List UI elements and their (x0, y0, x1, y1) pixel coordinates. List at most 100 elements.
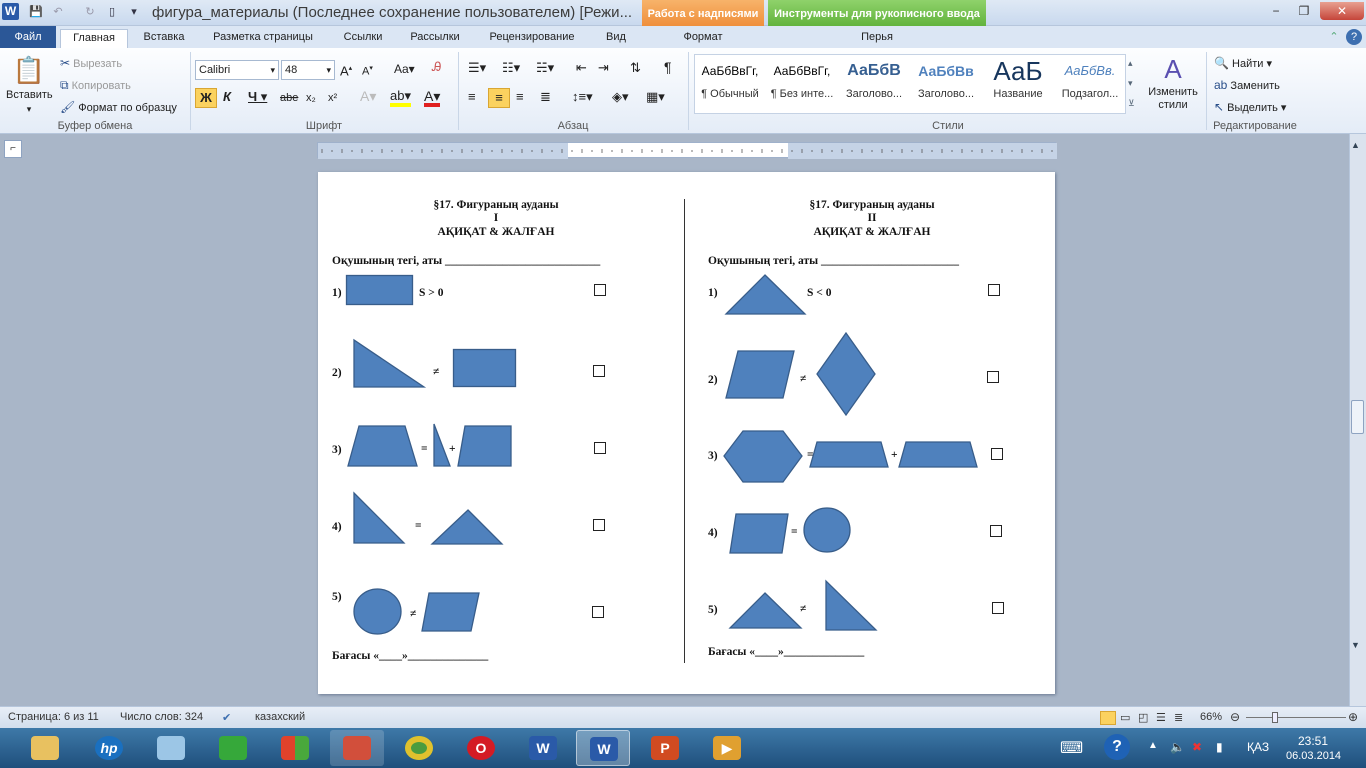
style-no-spacing[interactable]: АаБбВвГг, ¶ Без инте... (766, 54, 838, 112)
checkbox[interactable] (594, 442, 606, 454)
chrome-app[interactable] (392, 730, 446, 766)
trapezoid-shape[interactable] (809, 441, 889, 468)
keyboard-icon[interactable]: ⌨ (1060, 738, 1083, 758)
superscript-button[interactable]: x² (328, 91, 337, 105)
paint-app[interactable] (330, 730, 384, 766)
trapezoid-shape[interactable] (347, 425, 418, 467)
zoom-in-icon[interactable]: ⊕ (1348, 710, 1358, 724)
page-counter[interactable]: Страница: 6 из 11 (8, 711, 99, 723)
undo-icon[interactable]: ↶ (50, 4, 66, 20)
clear-format-icon[interactable]: Ꭿ (432, 60, 441, 74)
checkbox[interactable] (992, 602, 1004, 614)
triangle-shape[interactable] (724, 274, 807, 315)
cut-button[interactable]: ✂ Вырезать (60, 55, 122, 71)
explorer-app[interactable] (18, 730, 72, 766)
save-icon[interactable]: 💾 (28, 4, 44, 20)
font-name-input[interactable]: Calibri ▾ (195, 60, 279, 80)
rectangle-shape[interactable] (452, 348, 517, 388)
checkbox[interactable] (593, 365, 605, 377)
style-normal[interactable]: АаБбВвГг, ¶ Обычный (694, 54, 766, 112)
scrollbar-thumb[interactable] (1351, 400, 1364, 434)
tab-view[interactable]: Вид (596, 29, 636, 48)
style-title[interactable]: АаБ Название (982, 54, 1054, 112)
parallelogram-shape[interactable] (725, 350, 795, 399)
cube-app[interactable] (206, 730, 260, 766)
opera-app[interactable]: O (454, 730, 508, 766)
checkbox[interactable] (990, 525, 1002, 537)
proofing-icon[interactable]: ✔ (222, 711, 231, 724)
highlight-icon[interactable]: ab▾ (390, 89, 411, 107)
volume-icon[interactable]: 🔈 (1170, 740, 1185, 754)
shrink-font-icon[interactable]: A▾ (362, 62, 373, 79)
align-center-icon[interactable]: ≡ (488, 88, 510, 108)
scroll-down-icon[interactable]: ▼ (1351, 640, 1360, 650)
input-language[interactable]: ҚАЗ (1247, 740, 1269, 754)
style-heading-1[interactable]: АаБбВ Заголово... (838, 54, 910, 112)
minimize-ribbon-icon[interactable]: ⌃ (1326, 29, 1342, 48)
checkbox[interactable] (991, 448, 1003, 460)
increase-indent-icon[interactable]: ⇥ (598, 61, 609, 75)
media-app[interactable]: ▶ (700, 730, 754, 766)
gallery-scroll-down-icon[interactable]: ▾ (1128, 76, 1133, 90)
hp-app[interactable]: hp (82, 730, 136, 766)
tab-mailings[interactable]: Рассылки (402, 29, 468, 48)
checkbox[interactable] (988, 284, 1000, 296)
notes-app[interactable] (144, 730, 198, 766)
select-button[interactable]: ↖ Выделить ▾ (1214, 99, 1286, 115)
borders-icon[interactable]: ▦▾ (646, 90, 665, 104)
trapezoid-shape[interactable] (898, 441, 978, 468)
style-heading-2[interactable]: АаБбВв Заголово... (910, 54, 982, 112)
style-subtitle[interactable]: АаБбВв. Подзагол... (1054, 54, 1126, 112)
right-triangle-shape[interactable] (353, 491, 406, 544)
copy-button[interactable]: ⧉ Копировать (60, 77, 131, 93)
network-icon[interactable]: ✖ (1192, 740, 1202, 754)
multilevel-list-icon[interactable]: ☵▾ (536, 61, 554, 75)
tab-pens[interactable]: Перья (840, 29, 914, 48)
grow-font-icon[interactable]: A▴ (340, 62, 352, 78)
change-case-icon[interactable]: Aa▾ (394, 62, 415, 76)
rhombus-shape[interactable] (816, 331, 876, 417)
bullets-icon[interactable]: ☰▾ (468, 61, 486, 75)
new-doc-icon[interactable]: ▯ (104, 4, 120, 20)
hexagon-shape[interactable] (723, 430, 803, 483)
checkbox[interactable] (593, 519, 605, 531)
scroll-up-icon[interactable]: ▲ (1351, 140, 1360, 150)
line-spacing-icon[interactable]: ↕≡▾ (572, 90, 593, 104)
zoom-out-icon[interactable]: ⊖ (1230, 710, 1240, 724)
language-indicator[interactable]: казахский (255, 711, 305, 723)
decrease-indent-icon[interactable]: ⇤ (576, 61, 587, 75)
word-app[interactable]: W (516, 730, 570, 766)
text-effects-icon[interactable]: A▾ (360, 89, 376, 103)
help-tray-icon[interactable]: ? (1104, 734, 1130, 760)
horizontal-ruler[interactable] (317, 142, 1057, 159)
align-left-icon[interactable]: ≡ (468, 90, 476, 104)
italic-button[interactable]: К (223, 90, 231, 104)
minimize-button[interactable]: − (1262, 2, 1290, 20)
font-size-input[interactable]: 48 ▾ (281, 60, 335, 80)
word-app-active[interactable]: W (576, 730, 630, 766)
change-styles-button[interactable]: A Изменить стили (1144, 52, 1202, 112)
word-counter[interactable]: Число слов: 324 (120, 711, 203, 723)
replace-button[interactable]: ab Заменить (1214, 77, 1280, 93)
font-color-icon[interactable]: A▾ (424, 89, 441, 107)
outline-view-icon[interactable]: ☰ (1156, 711, 1166, 724)
gallery-more-icon[interactable]: ⊻ (1128, 96, 1135, 110)
circle-shape[interactable] (803, 507, 852, 554)
powerpoint-app[interactable]: P (638, 730, 692, 766)
right-triangle-shape[interactable] (353, 338, 427, 388)
format-painter-button[interactable]: 🖌 Формат по образцу (60, 99, 177, 115)
triangle-shape[interactable] (728, 592, 803, 629)
triangle-shape[interactable] (430, 509, 504, 545)
tab-references[interactable]: Ссылки (336, 29, 390, 48)
sort-icon[interactable]: ⇅ (630, 61, 641, 75)
maximize-button[interactable]: ❐ (1290, 2, 1318, 20)
zoom-slider-track[interactable] (1246, 717, 1346, 718)
zoom-level[interactable]: 66% (1200, 711, 1222, 723)
tab-page-layout[interactable]: Разметка страницы (204, 29, 322, 48)
tab-insert[interactable]: Вставка (136, 29, 192, 48)
strikethrough-button[interactable]: abe (280, 91, 298, 105)
web-view-icon[interactable]: ◰ (1138, 711, 1148, 724)
reading-view-icon[interactable]: ▭ (1120, 711, 1130, 724)
tray-expand-icon[interactable]: ▲ (1148, 740, 1158, 751)
print-layout-view-icon[interactable] (1100, 711, 1116, 725)
